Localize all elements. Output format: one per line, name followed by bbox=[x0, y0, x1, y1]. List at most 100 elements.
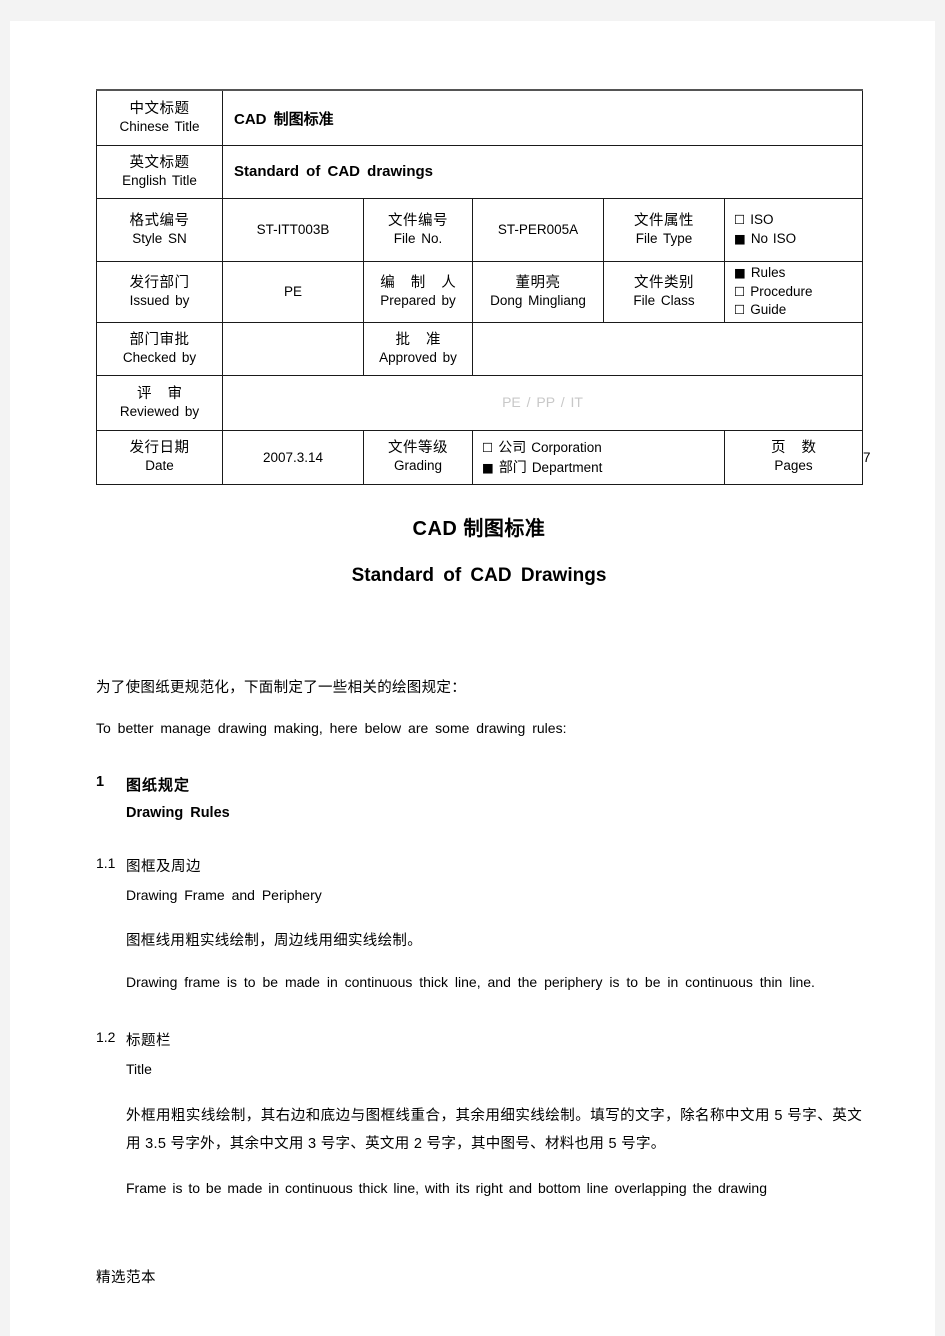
label-en-issued-by: Issued by bbox=[129, 292, 190, 308]
checkbox-guide-icon[interactable]: ☐ bbox=[734, 302, 745, 317]
checkbox-guide-label: Guide bbox=[750, 302, 787, 318]
table-row-style-sn: 格式编号 Style SN ST-ITT003B 文件编号 File No. S… bbox=[96, 198, 864, 262]
checkbox-rules-label: Rules bbox=[750, 265, 786, 281]
label-cn-pages: 页 数 bbox=[771, 440, 823, 457]
table-row-english-title: 英文标题 English Title Standard of CAD drawi… bbox=[96, 145, 864, 199]
cell-label-chinese-title: 中文标题 Chinese Title bbox=[96, 89, 223, 146]
cell-options-grading: ☐ 公司 Corporation ■ 部门 Department bbox=[472, 430, 725, 485]
label-en-date: Date bbox=[145, 458, 174, 474]
label-en-reviewed-by: Reviewed by bbox=[119, 403, 200, 419]
label-en-file-class: File Class bbox=[633, 292, 695, 308]
value-file-no: ST-PER005A bbox=[497, 222, 579, 237]
checkbox-rules-icon[interactable]: ■ bbox=[734, 265, 746, 280]
checkbox-department-label-en: Department bbox=[531, 459, 603, 475]
cell-label-file-no: 文件编号 File No. bbox=[363, 198, 473, 262]
cell-options-file-class: ■ Rules ☐ Procedure ☐ Guide bbox=[723, 261, 864, 323]
cell-value-chinese-title: CAD 制图标准 bbox=[221, 89, 864, 146]
value-english-title: Standard of CAD drawings bbox=[234, 163, 434, 180]
cell-value-file-no: ST-PER005A bbox=[472, 198, 604, 262]
cell-value-checked-by[interactable] bbox=[222, 322, 364, 376]
cell-label-grading: 文件等级 Grading bbox=[363, 430, 473, 485]
checkbox-option-corporation[interactable]: ☐ 公司 Corporation bbox=[482, 438, 602, 458]
heading-1-number: 1 bbox=[96, 774, 105, 791]
document-header-table: 中文标题 Chinese Title CAD 制图标准 英文标题 English… bbox=[96, 89, 871, 485]
page-content: 中文标题 Chinese Title CAD 制图标准 英文标题 English… bbox=[96, 21, 871, 1217]
section-1-1-body-cn: 图框线用粗实线绘制，周边线用细实线绘制。 bbox=[126, 933, 422, 950]
value-en-prepared-by: Dong Mingliang bbox=[490, 292, 586, 308]
checkbox-no-iso-icon[interactable]: ■ bbox=[734, 231, 746, 246]
value-reviewed-by: PE / PP / IT bbox=[502, 394, 583, 410]
value-pages: 7 bbox=[863, 449, 871, 465]
label-cn-grading: 文件等级 bbox=[388, 440, 448, 457]
checkbox-option-procedure[interactable]: ☐ Procedure bbox=[734, 283, 813, 302]
section-1-2-body-cn: 外框用粗实线绘制，其右边和底边与图框线重合，其余用细实线绘制。填写的文字，除名称… bbox=[126, 1108, 862, 1153]
label-cn-approved-by: 批 准 bbox=[395, 331, 447, 348]
section-1-1-body-en: Drawing frame is to be made in continuou… bbox=[126, 973, 815, 990]
value-date: 2007.3.14 bbox=[262, 449, 324, 465]
checkbox-corporation-label-en: Corporation bbox=[531, 439, 602, 455]
heading-section-1-1: 1.1 图框及周边 bbox=[96, 855, 862, 876]
cell-options-file-type: ☐ ISO ■ No ISO bbox=[723, 198, 864, 262]
value-style-sn: ST-ITT003B bbox=[256, 222, 330, 237]
heading-section-1: 1 图纸规定 bbox=[96, 774, 862, 795]
heading-section-1-2: 1.2 标题栏 bbox=[96, 1029, 862, 1050]
checkbox-option-guide[interactable]: ☐ Guide bbox=[734, 301, 786, 320]
heading-1-title-en: Drawing Rules bbox=[126, 805, 230, 822]
label-en-file-type: File Type bbox=[635, 230, 693, 246]
heading-1-2-number: 1.2 bbox=[96, 1029, 116, 1046]
checkbox-option-rules[interactable]: ■ Rules bbox=[734, 264, 785, 283]
label-en-prepared-by: Prepared by bbox=[380, 292, 456, 308]
label-cn-style-sn: 格式编号 bbox=[129, 212, 190, 229]
page-footer-text: 精选范本 bbox=[96, 1270, 156, 1286]
label-en-approved-by: Approved by bbox=[379, 349, 457, 365]
section-1-2-body-en: Frame is to be made in continuous thick … bbox=[126, 1179, 767, 1196]
checkbox-department-icon[interactable]: ■ bbox=[482, 460, 494, 475]
heading-1-2-title-en: Title bbox=[126, 1061, 152, 1078]
label-cn-file-no: 文件编号 bbox=[388, 212, 448, 229]
value-cn-prepared-by: 董明亮 bbox=[515, 274, 561, 291]
heading-1-2-title-cn: 标题栏 bbox=[126, 1033, 171, 1050]
checkbox-no-iso-label: No ISO bbox=[750, 231, 797, 246]
checkbox-procedure-label: Procedure bbox=[750, 283, 813, 299]
label-en-file-no: File No. bbox=[393, 230, 443, 246]
heading-1-1-title-en: Drawing Frame and Periphery bbox=[126, 887, 322, 904]
checkbox-option-no-iso[interactable]: ■ No ISO bbox=[734, 230, 796, 249]
label-en-style-sn: Style SN bbox=[132, 230, 187, 246]
checkbox-option-iso[interactable]: ☐ ISO bbox=[734, 211, 773, 230]
document-page: 中文标题 Chinese Title CAD 制图标准 英文标题 English… bbox=[10, 21, 935, 1336]
cell-label-file-class: 文件类别 File Class bbox=[603, 261, 725, 323]
cell-value-date: 2007.3.14 bbox=[222, 430, 364, 485]
checkbox-department-label-cn: 部门 bbox=[498, 458, 527, 475]
cell-value-style-sn: ST-ITT003B bbox=[222, 198, 364, 262]
top-gray-band bbox=[0, 0, 945, 21]
cell-label-file-type: 文件属性 File Type bbox=[603, 198, 725, 262]
label-cn-file-class: 文件类别 bbox=[634, 274, 694, 291]
checkbox-iso-label: ISO bbox=[750, 212, 774, 228]
checkbox-procedure-icon[interactable]: ☐ bbox=[734, 284, 745, 299]
value-chinese-title: CAD 制图标准 bbox=[234, 110, 334, 128]
section-1-1-body: 图框线用粗实线绘制，周边线用细实线绘制。 Drawing frame is to… bbox=[126, 930, 862, 995]
table-row-date: 发行日期 Date 2007.3.14 文件等级 Grading ☐ 公司 Co… bbox=[96, 430, 871, 485]
label-cn-prepared-by: 编 制 人 bbox=[380, 274, 462, 291]
checkbox-corporation-icon[interactable]: ☐ bbox=[482, 440, 493, 455]
cell-value-issued-by: PE bbox=[222, 261, 364, 323]
cell-value-prepared-by: 董明亮 Dong Mingliang bbox=[472, 261, 604, 323]
label-en-checked-by: Checked by bbox=[122, 349, 197, 365]
cell-value-approved-by[interactable] bbox=[471, 322, 864, 376]
heading-1-title-cn: 图纸规定 bbox=[126, 777, 191, 795]
value-issued-by: PE bbox=[283, 284, 302, 299]
label-cn-chinese-title: 中文标题 bbox=[129, 100, 190, 117]
cell-label-issued-by: 发行部门 Issued by bbox=[96, 261, 223, 323]
label-cn-date: 发行日期 bbox=[129, 440, 190, 457]
table-row-reviewed-by: 评 审 Reviewed by PE / PP / IT bbox=[96, 375, 864, 431]
cell-label-english-title: 英文标题 English Title bbox=[96, 145, 223, 199]
heading-1-1-number: 1.1 bbox=[96, 855, 116, 872]
checkbox-option-department[interactable]: ■ 部门 Department bbox=[482, 458, 602, 478]
cell-value-reviewed-by: PE / PP / IT bbox=[221, 375, 864, 431]
table-row-chinese-title: 中文标题 Chinese Title CAD 制图标准 bbox=[96, 89, 864, 146]
checkbox-iso-icon[interactable]: ☐ bbox=[734, 212, 745, 227]
cell-value-english-title: Standard of CAD drawings bbox=[221, 145, 864, 199]
checkbox-corporation-label-cn: 公司 bbox=[498, 438, 527, 455]
document-title-chinese: CAD 制图标准 bbox=[412, 518, 546, 540]
label-en-pages: Pages bbox=[774, 458, 813, 474]
